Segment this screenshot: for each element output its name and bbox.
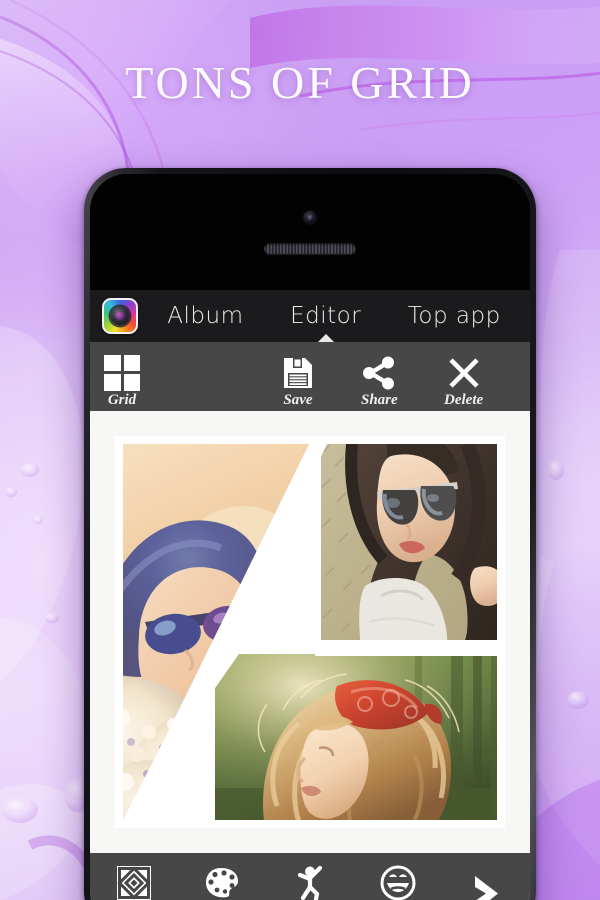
- paint-palette-icon: [203, 864, 241, 900]
- dancing-person-icon: [291, 864, 329, 900]
- save-button[interactable]: Save: [280, 355, 316, 409]
- sticker-person-button[interactable]: Sticker: [266, 864, 354, 900]
- save-button-label: Save: [283, 391, 313, 408]
- earpiece-speaker-icon: [264, 243, 356, 254]
- chevron-right-icon: [467, 872, 505, 900]
- phone-mockup: Album Editor Top app Grid Save Share Del…: [84, 168, 536, 900]
- grid-button-label: Grid: [107, 391, 137, 408]
- collage-cells: [115, 436, 505, 828]
- delete-button[interactable]: Delete: [444, 355, 483, 409]
- share-button-label: Share: [361, 391, 398, 408]
- delete-button-label: Delete: [444, 391, 484, 408]
- share-nodes-icon: [361, 355, 397, 391]
- tab-editor[interactable]: Editor: [284, 301, 367, 331]
- collage-cell-top-right[interactable]: [315, 436, 505, 651]
- phone-top-bezel: [90, 174, 530, 290]
- diamond-pattern-icon: [115, 864, 153, 900]
- collage-cell-bottom-right[interactable]: [215, 646, 505, 828]
- app-screen: Album Editor Top app Grid Save Share Del…: [90, 290, 530, 900]
- collage-canvas-area: [90, 411, 530, 853]
- close-x-icon: [446, 355, 482, 391]
- sticker-smiley-button[interactable]: Sticker: [354, 864, 442, 900]
- patterns-button[interactable]: Patterns: [90, 864, 178, 900]
- tab-album[interactable]: Album: [161, 301, 249, 331]
- phone-screen-glass: Album Editor Top app Grid Save Share Del…: [90, 174, 530, 900]
- editor-action-toolbar: Grid Save Share Delete: [90, 342, 530, 411]
- promo-headline: TONS OF GRID: [125, 57, 475, 108]
- floppy-disk-icon: [280, 355, 316, 391]
- app-logo-icon[interactable]: [102, 298, 138, 334]
- photo-collage-canvas[interactable]: [115, 436, 505, 828]
- next-tools-button[interactable]: [442, 872, 530, 900]
- navbar-tabs: Album Editor Top app: [138, 301, 530, 331]
- tab-top-app[interactable]: Top app: [402, 301, 507, 331]
- share-button[interactable]: Share: [361, 355, 398, 409]
- front-camera-icon: [303, 211, 317, 224]
- app-navbar: Album Editor Top app: [90, 290, 530, 342]
- color-wheel-icon: [104, 300, 136, 332]
- editor-tools-toolbar: Patterns: [90, 853, 530, 900]
- grid-button[interactable]: Grid: [104, 354, 140, 409]
- smiley-face-icon: [379, 864, 417, 900]
- camera-lens-icon: [110, 306, 130, 326]
- color-grid-button[interactable]: Color Grid: [178, 864, 266, 900]
- grid-2x2-icon: [104, 354, 140, 391]
